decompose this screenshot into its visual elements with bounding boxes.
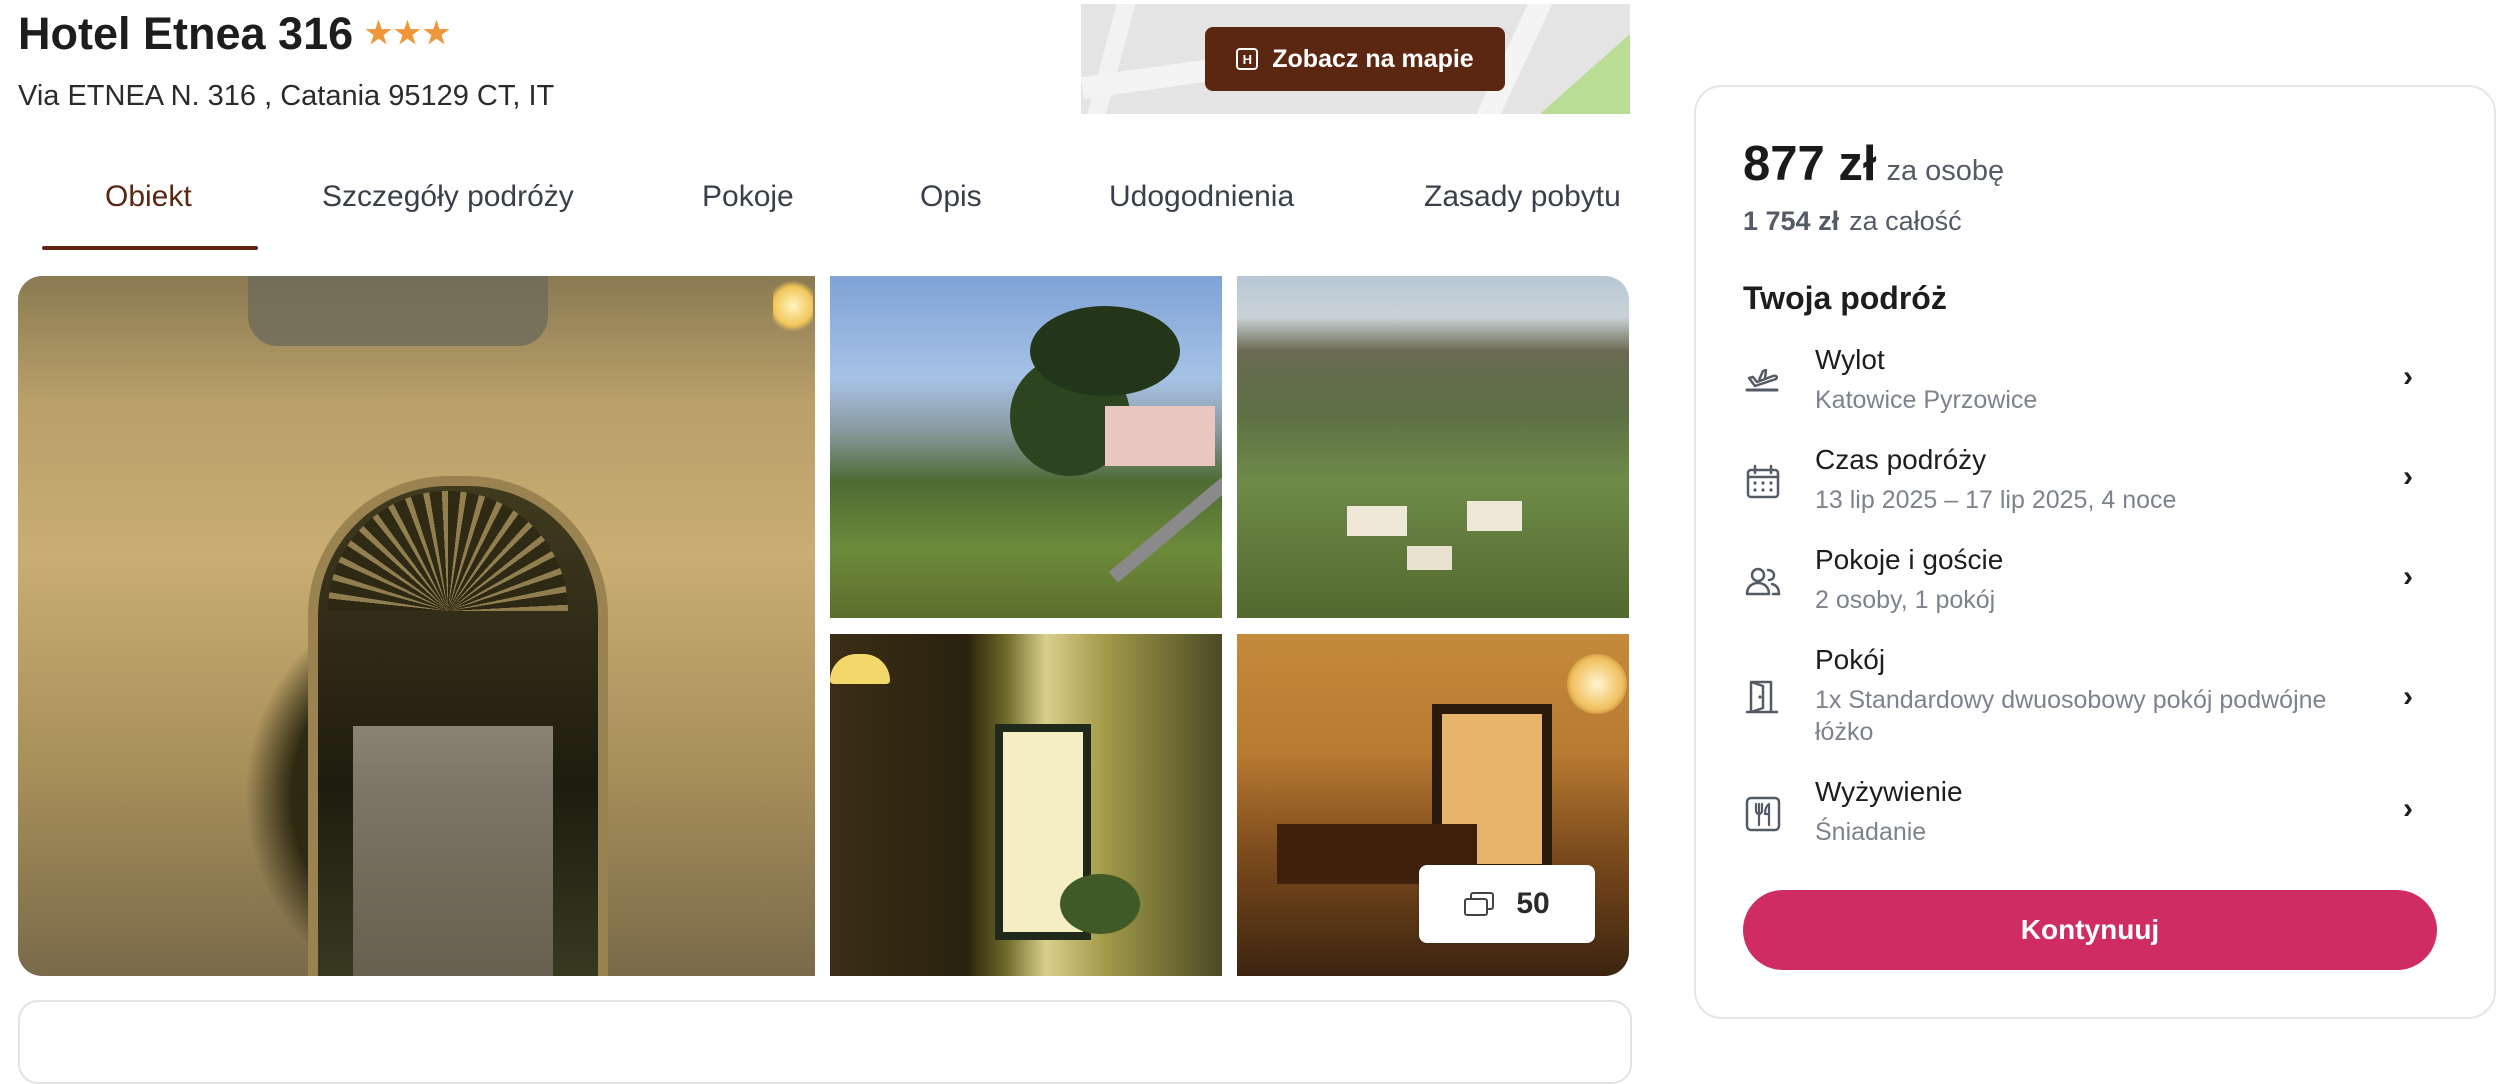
chevron-right-icon: ›	[2403, 792, 2413, 825]
chevron-right-icon: ›	[2403, 560, 2413, 593]
price-per-person: 877 zł za osobę	[1743, 136, 2004, 192]
board-title: Wyżywienie	[1815, 776, 1963, 807]
tab-rooms[interactable]: Pokoje	[702, 180, 794, 214]
show-on-map-label: Zobacz na mapie	[1272, 44, 1474, 73]
rooms-guests-row[interactable]: Pokoje i goście 2 osoby, 1 pokój ›	[1743, 544, 2443, 614]
chevron-right-icon: ›	[2403, 360, 2413, 393]
rooms-guests-value: 2 osoby, 1 pokój	[1815, 586, 1996, 614]
star-icon: ★	[394, 17, 421, 50]
tab-obiekt[interactable]: Obiekt	[105, 180, 192, 214]
door-icon	[1745, 680, 1779, 714]
star-rating: ★ ★ ★	[365, 19, 450, 49]
cutlery-icon	[1745, 796, 1781, 832]
content-card	[18, 1000, 1632, 1084]
departure-title: Wylot	[1815, 344, 1885, 375]
hotel-address: Via ETNEA N. 316 , Catania 95129 CT, IT	[18, 80, 555, 112]
garden-view-photo[interactable]	[830, 276, 1222, 618]
tab-description[interactable]: Opis	[920, 180, 982, 214]
room-title: Pokój	[1815, 644, 1886, 675]
etna-valley-photo[interactable]	[1237, 276, 1629, 618]
hotel-entrance-photo[interactable]	[18, 276, 815, 976]
hotel-marker-icon: H	[1236, 48, 1259, 70]
tab-house-rules[interactable]: Zasady pobytu	[1424, 180, 1621, 214]
photo-count-button[interactable]: 50	[1419, 865, 1595, 943]
hotel-name: Hotel Etnea 316	[18, 8, 354, 59]
chevron-right-icon: ›	[2403, 680, 2413, 713]
travel-time-row[interactable]: Czas podróży 13 lip 2025 – 17 lip 2025, …	[1743, 444, 2443, 514]
show-on-map-button[interactable]: H Zobacz na mapie	[1205, 27, 1505, 91]
tab-amenities[interactable]: Udogodnienia	[1109, 180, 1294, 214]
departure-value: Katowice Pyrzowice	[1815, 386, 2038, 414]
guests-icon	[1745, 567, 1781, 596]
price-total-label: za całość	[1849, 206, 1962, 236]
price-total-value: 1 754 zł	[1743, 206, 1840, 236]
hallway-photo[interactable]	[830, 634, 1222, 976]
active-tab-indicator	[42, 246, 258, 250]
price-total: 1 754 zł za całość	[1743, 206, 1962, 237]
departure-row[interactable]: Wylot Katowice Pyrzowice ›	[1743, 344, 2443, 414]
rooms-guests-title: Pokoje i goście	[1815, 544, 2004, 575]
price-per-person-value: 877 zł	[1743, 137, 1877, 191]
room-value: 1x Standardowy dwuosobowy pokój podwójne…	[1815, 686, 2327, 746]
gallery-icon	[1464, 892, 1495, 916]
price-per-person-label: za osobę	[1886, 155, 2005, 187]
star-icon: ★	[422, 17, 450, 50]
travel-time-value: 13 lip 2025 – 17 lip 2025, 4 noce	[1815, 486, 2177, 514]
chevron-right-icon: ›	[2403, 460, 2413, 493]
board-value: Śniadanie	[1815, 818, 1927, 846]
hotel-title: Hotel Etnea 316 ★ ★ ★	[18, 8, 450, 60]
continue-button[interactable]: Kontynuuj	[1743, 890, 2437, 970]
calendar-icon	[1746, 464, 1780, 499]
photo-count: 50	[1516, 887, 1550, 920]
trip-heading: Twoja podróż	[1743, 280, 1947, 316]
star-icon: ★	[365, 17, 393, 50]
tab-travel-details[interactable]: Szczegóły podróży	[322, 180, 574, 214]
board-row[interactable]: Wyżywienie Śniadanie ›	[1743, 776, 2443, 846]
plane-departure-icon	[1745, 368, 1779, 392]
travel-time-title: Czas podróży	[1815, 444, 1987, 475]
room-row[interactable]: Pokój 1x Standardowy dwuosobowy pokój po…	[1743, 644, 2443, 754]
